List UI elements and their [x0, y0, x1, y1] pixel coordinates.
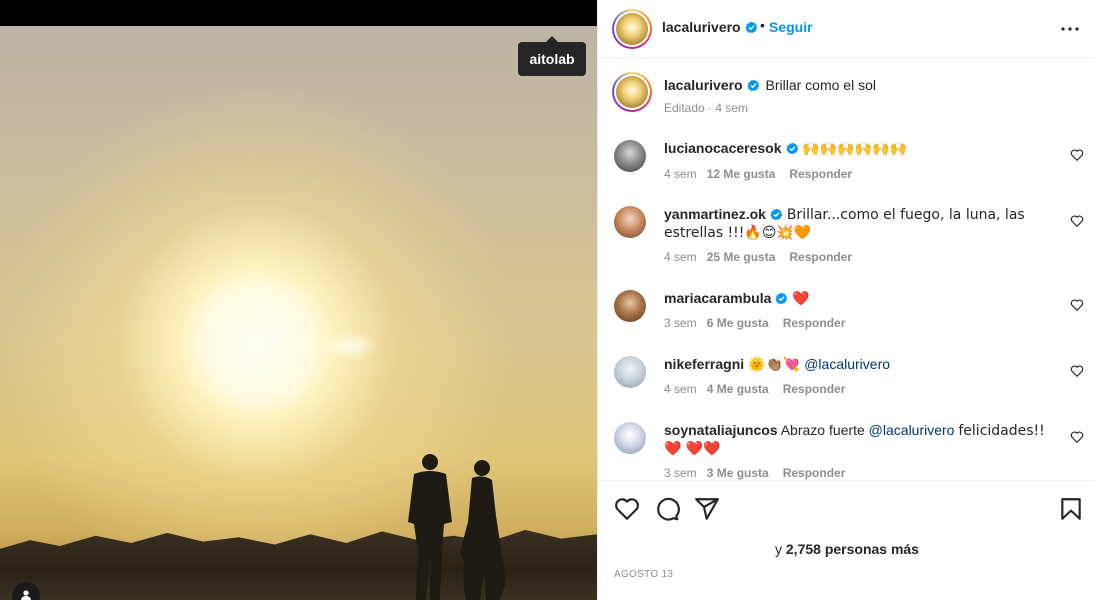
comments-list[interactable]: lucianocaceresok 🙌🙌🙌🙌🙌🙌 4 sem 12 Me gusta… — [598, 124, 1095, 480]
comment-likes[interactable]: 4 Me gusta — [707, 382, 769, 396]
more-horizontal-icon[interactable] — [1060, 19, 1080, 39]
verified-badge-icon — [746, 79, 759, 92]
comment-likes[interactable]: 6 Me gusta — [707, 316, 769, 330]
post-media[interactable]: aitolab — [0, 0, 597, 600]
heart-outline-icon[interactable] — [614, 496, 640, 522]
caption-text: Brillar como el sol — [765, 77, 876, 93]
comment-time: 3 sem — [664, 316, 697, 330]
post-header: lacalurivero • Seguir — [598, 0, 1095, 58]
post-side-panel: lacalurivero • Seguir lacalurivero Brill… — [597, 0, 1095, 600]
commenter-avatar[interactable] — [614, 422, 646, 454]
comment-text: 🙌🙌🙌🙌🙌🙌 — [802, 141, 907, 157]
verified-badge-icon — [775, 292, 788, 305]
comment-time: 4 sem — [664, 250, 697, 264]
comment-likes[interactable]: 12 Me gusta — [707, 167, 776, 181]
commenter-username[interactable]: mariacarambula — [664, 290, 771, 306]
caption-meta: Editado · 4 sem — [664, 101, 749, 115]
reply-button[interactable]: Responder — [783, 466, 846, 480]
user-tag-tooltip[interactable]: aitolab — [518, 42, 586, 76]
bookmark-icon[interactable] — [1058, 496, 1084, 522]
post-caption: lacalurivero Brillar como el sol Editado… — [598, 58, 1095, 124]
caption-author-avatar[interactable] — [612, 72, 652, 112]
sun-flare — [320, 331, 380, 361]
reply-button[interactable]: Responder — [783, 382, 846, 396]
follow-button[interactable]: Seguir — [769, 19, 813, 35]
verified-badge-icon — [785, 142, 798, 155]
commenter-username[interactable]: yanmartinez.ok — [664, 206, 766, 222]
post-date: AGOSTO 13 — [614, 569, 674, 580]
author-username-header[interactable]: lacalurivero — [662, 19, 758, 35]
likes-count[interactable]: 2,758 personas más — [786, 541, 919, 557]
commenter-username[interactable]: nikeferragni — [664, 356, 744, 372]
reply-button[interactable]: Responder — [783, 316, 846, 330]
verified-badge-icon — [744, 21, 757, 34]
commenter-avatar[interactable] — [614, 140, 646, 172]
likes-prefix: y — [775, 541, 782, 557]
comment-time: 4 sem — [664, 167, 697, 181]
comment-time: 3 sem — [664, 466, 697, 480]
couple-silhouette — [408, 454, 506, 600]
commenter-avatar[interactable] — [614, 356, 646, 388]
reply-button[interactable]: Responder — [789, 167, 852, 181]
media-top-bar — [0, 0, 597, 26]
comment-likes[interactable]: 25 Me gusta — [707, 250, 776, 264]
comment-text: ❤️ — [792, 291, 810, 307]
comment-mention[interactable]: @lacalurivero — [804, 356, 890, 372]
commenter-avatar[interactable] — [614, 206, 646, 238]
comment-bubble-icon[interactable] — [654, 496, 680, 522]
reply-button[interactable]: Responder — [789, 250, 852, 264]
comment-like-heart-icon[interactable] — [1070, 298, 1084, 312]
comment-text: Abrazo fuerte — [780, 422, 865, 438]
comment-like-heart-icon[interactable] — [1070, 430, 1084, 444]
author-avatar[interactable] — [612, 9, 652, 49]
comment-likes[interactable]: 3 Me gusta — [707, 466, 769, 480]
comment-like-heart-icon[interactable] — [1070, 364, 1084, 378]
comment-like-heart-icon[interactable] — [1070, 214, 1084, 228]
commenter-username[interactable]: soynataliajuncos — [664, 422, 778, 438]
comment-meta: 4 sem 4 Me gusta Responder — [664, 382, 845, 396]
verified-badge-icon — [770, 208, 783, 221]
comment-mention[interactable]: @lacalurivero — [869, 422, 955, 438]
comment-time: 4 sem — [664, 382, 697, 396]
post-actions-footer: y 2,758 personas más AGOSTO 13 — [598, 480, 1095, 600]
comment-meta: 4 sem 25 Me gusta Responder — [664, 250, 852, 264]
comment-like-heart-icon[interactable] — [1070, 148, 1084, 162]
comment-meta: 4 sem 12 Me gusta Responder — [664, 167, 852, 181]
paper-plane-icon[interactable] — [694, 496, 720, 522]
separator-dot: • — [760, 17, 765, 33]
comment-meta: 3 sem 6 Me gusta Responder — [664, 316, 845, 330]
comment-meta: 3 sem 3 Me gusta Responder — [664, 466, 845, 480]
caption-author-username[interactable]: lacalurivero — [664, 77, 743, 93]
likes-summary[interactable]: y 2,758 personas más — [598, 541, 1095, 557]
commenter-username[interactable]: lucianocaceresok — [664, 140, 782, 156]
user-tag-icon — [21, 590, 31, 600]
comment-text: 🌞👏🏽💘 — [748, 357, 801, 373]
commenter-avatar[interactable] — [614, 290, 646, 322]
